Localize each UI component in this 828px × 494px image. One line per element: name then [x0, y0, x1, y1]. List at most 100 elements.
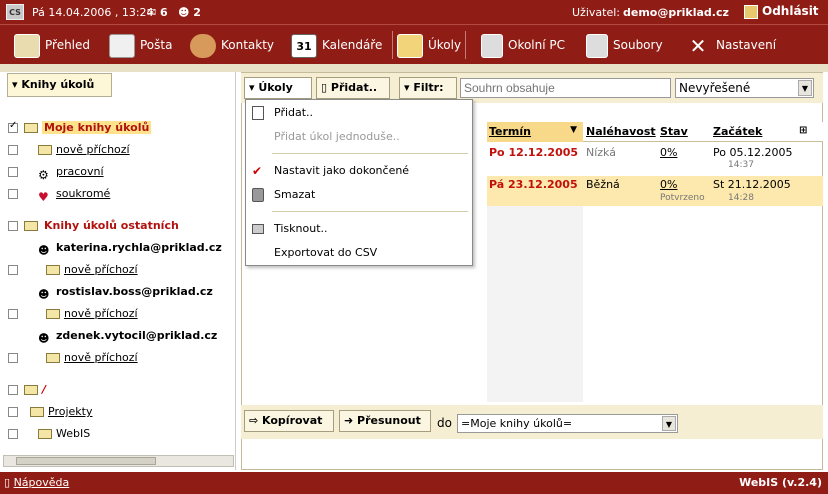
cell-status-note: Potvrzeno [660, 193, 705, 203]
tree-user[interactable]: ☻ zdenek.vytocil@priklad.cz [38, 327, 217, 345]
tree-item[interactable]: nově příchozí [38, 141, 130, 159]
trash-icon [252, 188, 264, 202]
printer-icon [252, 224, 264, 234]
menu-item-add[interactable]: Přidat.. [246, 102, 472, 124]
checkbox[interactable] [8, 309, 18, 319]
folder-icon [46, 309, 60, 319]
column-due[interactable]: Termín ▼ [487, 122, 583, 142]
tree-item[interactable]: nově příchozí [46, 349, 138, 367]
nav-overview[interactable]: Přehled [14, 31, 90, 59]
gear-icon: ⚙ [38, 168, 49, 182]
menu-separator [272, 211, 468, 212]
column-urgency[interactable]: Naléhavost [586, 125, 656, 138]
copy-button[interactable]: ⇨ Kopírovat [244, 410, 334, 432]
menu-label: Tisknout.. [274, 222, 328, 235]
tree-item-root[interactable]: / [24, 381, 46, 399]
checkbox[interactable] [8, 353, 18, 363]
button-label: Filtr: [413, 81, 444, 94]
tree-item-others[interactable]: Knihy úkolů ostatních [24, 217, 181, 235]
checkbox[interactable] [8, 145, 18, 155]
tree-item[interactable]: WebIS [38, 425, 90, 443]
nav-calendars[interactable]: 31 Kalendáře [291, 31, 382, 59]
tree-user[interactable]: ☻ katerina.rychla@priklad.cz [38, 239, 222, 257]
checkbox[interactable] [8, 265, 18, 275]
folder-icon [46, 353, 60, 363]
menu-label: Přidat.. [274, 106, 314, 119]
checkbox-my-books[interactable]: ✓ [8, 120, 18, 133]
menu-item-export[interactable]: Exportovat do CSV [246, 242, 472, 264]
tasks-menu-button[interactable]: ▾ Úkoly [244, 77, 312, 99]
filter-button[interactable]: ▾ Filtr: [399, 77, 457, 99]
nav-mail[interactable]: Pošta [109, 31, 172, 59]
cell-start: Po 05.12.2005 [713, 146, 793, 159]
nav-settings[interactable]: ✕ Nastavení [685, 31, 776, 59]
tree-item[interactable]: nově příchozí [46, 305, 138, 323]
column-label: Termín [489, 125, 531, 138]
contacts-count: 2 [193, 6, 201, 19]
menu-item-mark-done[interactable]: ✔ Nastavit jako dokončené [246, 160, 472, 182]
menu-label: Smazat [274, 188, 316, 201]
menu-item-add-simple[interactable]: Přidat úkol jednoduše.. [246, 126, 472, 148]
checkbox[interactable] [8, 407, 18, 417]
sorted-column-band [487, 206, 583, 402]
help-label[interactable]: Nápověda [14, 476, 70, 489]
table-row[interactable]: Pá 23.12.2005 Běžná 0% Potvrzeno St 21.1… [487, 176, 823, 206]
status-filter-select[interactable]: Nevyřešené ▼ [675, 78, 814, 98]
tree-label: Moje knihy úkolů [42, 121, 152, 134]
contacts-count-indicator[interactable]: ☻ 2 [178, 6, 201, 19]
table-header: Termín ▼ Naléhavost Stav Začátek ⊞ [487, 122, 823, 142]
tree-item[interactable]: ⚙ pracovní [38, 163, 104, 182]
sidebar-scrollbar[interactable] [3, 455, 234, 467]
nav-files[interactable]: Soubory [586, 31, 663, 59]
move-icon: ➜ [344, 414, 358, 427]
user-icon: ☻ [38, 288, 50, 301]
sidebar-header-button[interactable]: ▾ Knihy úkolů [7, 73, 112, 97]
contacts-icon [190, 33, 216, 58]
folder-open-icon [24, 385, 38, 395]
menu-item-delete[interactable]: Smazat [246, 184, 472, 206]
logout-icon [744, 4, 758, 19]
tree-label: pracovní [56, 165, 104, 178]
divider [0, 64, 828, 72]
checkmark-icon: ✔ [252, 164, 263, 178]
tree-user[interactable]: ☻ rostislav.boss@priklad.cz [38, 283, 213, 301]
nav-tasks[interactable]: Úkoly [392, 31, 467, 59]
tree-label: / [42, 383, 47, 396]
button-label: Úkoly [258, 81, 293, 94]
folder-open-icon [24, 221, 38, 231]
menu-item-print[interactable]: Tisknout.. [246, 218, 472, 240]
logout-button[interactable]: Odhlásit [744, 4, 819, 19]
checkbox[interactable] [8, 221, 18, 231]
scrollbar-thumb[interactable] [16, 457, 156, 465]
nav-label: Okolní PC [508, 38, 566, 52]
mail-count-indicator[interactable]: ✉ 6 [147, 6, 168, 19]
nav-network-pc[interactable]: Okolní PC [481, 31, 565, 59]
checkbox[interactable] [8, 167, 18, 177]
select-value: =Moje knihy úkolů= [461, 417, 573, 430]
chevron-down-icon: ▼ [662, 416, 676, 431]
destination-select[interactable]: =Moje knihy úkolů= ▼ [457, 414, 678, 433]
add-button[interactable]: ▯ Přidat.. [316, 77, 390, 99]
overview-icon [14, 33, 40, 58]
cell-start-time: 14:37 [728, 160, 754, 170]
folder-icon [38, 145, 52, 155]
tree-item-my-books[interactable]: Moje knihy úkolů [24, 119, 152, 137]
search-input[interactable] [460, 78, 671, 98]
cell-status[interactable]: 0% [660, 178, 677, 191]
checkbox[interactable] [8, 385, 18, 395]
cell-status[interactable]: 0% [660, 146, 677, 159]
column-chooser-icon[interactable]: ⊞ [799, 125, 807, 136]
cell-urgency: Nízká [586, 146, 616, 159]
checkbox[interactable] [8, 189, 18, 199]
checkbox[interactable] [8, 429, 18, 439]
tree-item[interactable]: ♥ soukromé [38, 185, 110, 204]
sidebar-header-label: Knihy úkolů [21, 78, 95, 91]
column-start[interactable]: Začátek [713, 125, 762, 138]
tree-item[interactable]: Projekty [30, 403, 92, 421]
tree-item[interactable]: nově příchozí [46, 261, 138, 279]
column-status[interactable]: Stav [660, 125, 688, 138]
move-button[interactable]: ➜ Přesunout [339, 410, 431, 432]
nav-contacts[interactable]: Kontakty [190, 31, 274, 59]
table-row[interactable]: Po 12.12.2005 Nízká 0% Po 05.12.2005 14:… [487, 143, 823, 175]
help-link[interactable]: ▯ Nápověda [4, 476, 69, 489]
